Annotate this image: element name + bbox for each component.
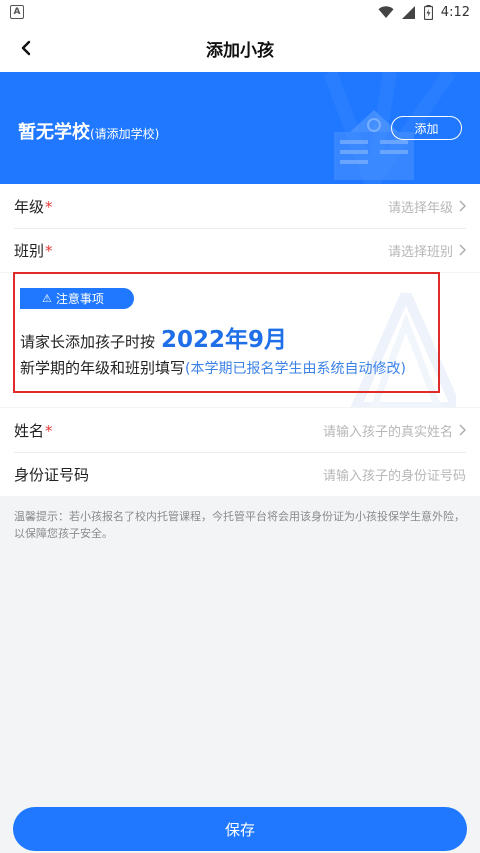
page-title: 添加小孩 <box>206 40 274 61</box>
warning-icon: ⚠ <box>42 292 52 305</box>
name-label-text: 姓名 <box>14 421 45 440</box>
watermark-decoration <box>350 293 456 407</box>
id-number-label: 身份证号码 <box>14 465 90 484</box>
required-mark: * <box>45 241 53 260</box>
required-mark: * <box>45 197 53 216</box>
id-number-placeholder: 请输入孩子的身份证号码 <box>322 468 466 484</box>
school-name-text: 暂无学校 <box>18 122 90 143</box>
id-number-row[interactable]: 身份证号码 请输入孩子的身份证号码 <box>0 452 480 496</box>
name-placeholder: 请输入孩子的真实姓名 <box>322 424 453 440</box>
chevron-right-icon <box>459 244 466 256</box>
notice-tag: ⚠ 注意事项 <box>20 288 134 309</box>
chevron-right-icon <box>459 200 466 212</box>
id-number-input[interactable]: 请输入孩子的身份证号码 <box>323 465 466 484</box>
school-hint: (请添加学校) <box>90 127 160 141</box>
notice-line2: 新学期的年级和班别填写(本学期已报名学生由系统自动修改) <box>20 357 406 378</box>
chevron-right-icon <box>459 424 466 436</box>
notice-main: 新学期的年级和班别填写 <box>20 359 186 377</box>
grade-row[interactable]: 年级* 请选择年级 <box>0 184 480 228</box>
back-button[interactable] <box>12 34 40 62</box>
notice-tag-text: 注意事项 <box>55 292 104 306</box>
insurance-tip: 温馨提示：若小孩报名了校内托管课程，今托管平台将会用该身份证为小孩投保学生意外险… <box>14 510 465 540</box>
class-form: 年级* 请选择年级 班别* 请选择班别 <box>0 184 480 272</box>
notice-line1: 请家长添加孩子时按 2022年9月 <box>20 320 287 354</box>
school-banner: 暂无学校(请添加学校) 添加 <box>0 72 480 184</box>
nav-bar: 添加小孩 <box>0 24 480 72</box>
grade-select[interactable]: 请选择年级 <box>388 197 466 216</box>
battery-icon <box>423 4 433 20</box>
class-select[interactable]: 请选择班别 <box>388 241 466 260</box>
notice-prefix: 请家长添加孩子时按 <box>20 333 156 351</box>
name-input[interactable]: 请输入孩子的真实姓名 <box>323 421 466 440</box>
grade-label-text: 年级 <box>14 197 45 216</box>
app-notification-icon: A <box>10 5 24 19</box>
notice-date: 2022年9月 <box>161 327 288 353</box>
class-row[interactable]: 班别* 请选择班别 <box>0 228 480 272</box>
class-label: 班别* <box>14 240 53 261</box>
grade-label: 年级* <box>14 196 53 217</box>
status-icons: 4:12 <box>378 4 470 20</box>
save-button[interactable]: 保存 <box>13 807 467 851</box>
add-school-button[interactable]: 添加 <box>391 116 462 140</box>
status-time: 4:12 <box>440 4 470 20</box>
required-mark: * <box>45 421 53 440</box>
cellular-signal-icon <box>401 5 415 19</box>
child-form: 姓名* 请输入孩子的真实姓名 身份证号码 请输入孩子的身份证号码 <box>0 408 480 496</box>
notice-sub: (本学期已报名学生由系统自动修改) <box>185 361 406 377</box>
arrow-left-icon <box>21 40 31 56</box>
grade-placeholder: 请选择年级 <box>387 200 453 216</box>
class-placeholder: 请选择班别 <box>387 244 453 260</box>
wifi-icon <box>378 5 394 18</box>
school-name: 暂无学校(请添加学校) <box>18 118 159 144</box>
name-label: 姓名* <box>14 420 53 441</box>
notice-card: ⚠ 注意事项 请家长添加孩子时按 2022年9月 新学期的年级和班别填写(本学期… <box>0 273 480 407</box>
status-bar: A 4:12 <box>0 0 480 24</box>
class-label-text: 班别 <box>14 241 45 260</box>
name-row[interactable]: 姓名* 请输入孩子的真实姓名 <box>0 408 480 452</box>
